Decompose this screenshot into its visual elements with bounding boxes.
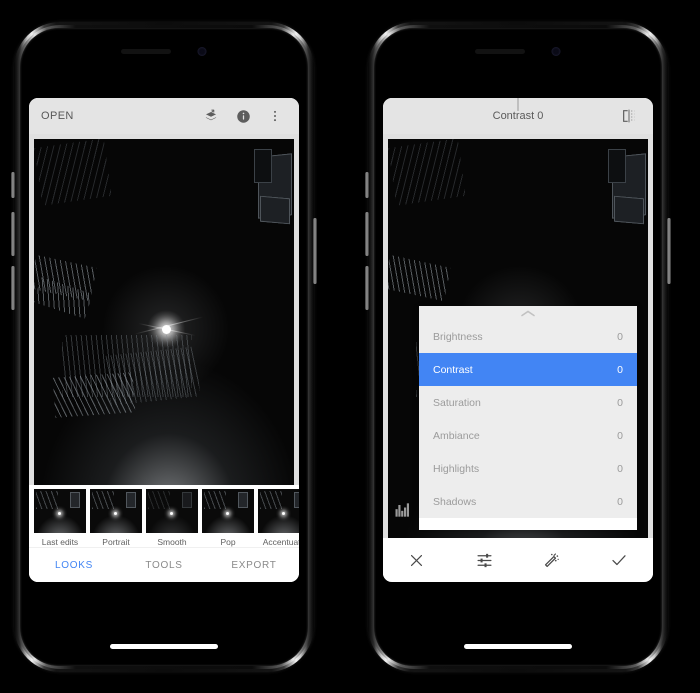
photo-canvas[interactable] [29, 134, 299, 485]
looks-thumbnail-row: Last edits Portrait Smooth Pop Accentua [29, 489, 299, 547]
look-label: Pop [220, 537, 236, 547]
volume-down-button[interactable] [11, 266, 15, 310]
front-camera [551, 47, 561, 56]
adjustment-value: 0 [617, 396, 623, 409]
tab-looks[interactable]: LOOKS [29, 560, 119, 571]
list-item[interactable]: Pop [202, 489, 254, 547]
right-app-bar: Contrast 0 [383, 98, 653, 134]
volume-up-button[interactable] [365, 212, 369, 256]
compare-split-icon[interactable] [617, 104, 641, 128]
photo-image [34, 139, 294, 485]
look-label: Smooth [157, 537, 187, 547]
list-item[interactable]: Accentuate [258, 489, 299, 547]
power-button[interactable] [667, 218, 671, 284]
list-item[interactable]: Last edits [34, 489, 86, 547]
tab-export[interactable]: EXPORT [209, 560, 299, 571]
look-thumbnail[interactable] [258, 489, 299, 533]
right-app-screen: Contrast 0 Brightness 0 Contrast 0 Satur… [383, 98, 653, 582]
adjustment-name: Highlights [433, 462, 480, 475]
right-phone-display: Contrast 0 Brightness 0 Contrast 0 Satur… [374, 28, 662, 666]
adjustment-value: 0 [617, 495, 623, 508]
confirm-button[interactable] [586, 551, 654, 569]
left-phone-display: OPEN Last edits Portrait Smooth Pop Acce… [20, 28, 308, 666]
list-item[interactable]: Brightness 0 [419, 320, 637, 353]
list-item[interactable]: Smooth [146, 489, 198, 547]
home-indicator[interactable] [110, 644, 218, 649]
adjustment-value: 0 [617, 429, 623, 442]
adjustment-name: Shadows [433, 495, 477, 508]
list-item[interactable]: Highlights 0 [419, 452, 637, 485]
list-item[interactable]: Ambiance 0 [419, 419, 637, 452]
adjustment-name: Warmth [433, 529, 617, 531]
list-item[interactable]: Shadows 0 [419, 485, 637, 518]
volume-down-button[interactable] [365, 266, 369, 310]
adjustment-name: Brightness [433, 330, 483, 343]
adjustment-name: Contrast [433, 363, 473, 376]
open-label[interactable]: OPEN [41, 110, 74, 122]
adjustment-name: Saturation [433, 396, 481, 409]
earpiece-speaker [121, 49, 171, 54]
adjustment-value: 0 [617, 330, 623, 343]
adjustment-value: 0 [617, 363, 623, 376]
cancel-button[interactable] [383, 552, 451, 569]
page-title: Contrast 0 [492, 110, 544, 122]
chevron-up-icon[interactable] [419, 306, 637, 320]
volume-up-button[interactable] [11, 212, 15, 256]
front-camera [197, 47, 207, 56]
histogram-icon[interactable] [393, 500, 415, 522]
auto-enhance-button[interactable] [518, 551, 586, 570]
adjustment-name: Ambiance [433, 429, 480, 442]
right-phone-device: Contrast 0 Brightness 0 Contrast 0 Satur… [365, 22, 671, 672]
undo-stack-icon[interactable] [199, 104, 223, 128]
adjust-button[interactable] [451, 551, 519, 570]
left-phone-device: OPEN Last edits Portrait Smooth Pop Acce… [11, 22, 317, 672]
look-thumbnail[interactable] [146, 489, 198, 533]
info-icon[interactable] [231, 104, 255, 128]
overflow-menu-icon[interactable] [263, 104, 287, 128]
look-thumbnail[interactable] [90, 489, 142, 533]
edit-toolbar [383, 538, 653, 582]
list-item[interactable]: Portrait [90, 489, 142, 547]
look-label: Portrait [102, 537, 130, 547]
mute-switch[interactable] [365, 172, 369, 198]
left-app-screen: OPEN Last edits Portrait Smooth Pop Acce… [29, 98, 299, 582]
adjustment-value: 0 [617, 462, 623, 475]
power-button[interactable] [313, 218, 317, 284]
adjustment-value: 0 [617, 529, 623, 531]
tab-tools[interactable]: TOOLS [119, 560, 209, 571]
earpiece-speaker [475, 49, 525, 54]
left-app-bar: OPEN [29, 98, 299, 134]
look-label: Last edits [41, 537, 79, 547]
appbar-tick [517, 98, 519, 111]
look-label: Accentuate [262, 537, 299, 547]
list-item[interactable]: Warmth 0 [419, 518, 637, 530]
screenshot-stage: OPEN Last edits Portrait Smooth Pop Acce… [0, 0, 700, 693]
bottom-tab-bar: LOOKS TOOLS EXPORT [29, 547, 299, 582]
adjustment-list: Brightness 0 Contrast 0 Saturation 0 Amb… [419, 320, 637, 530]
list-item[interactable]: Contrast 0 [419, 353, 637, 386]
list-item[interactable]: Saturation 0 [419, 386, 637, 419]
looks-strip[interactable]: Last edits Portrait Smooth Pop Accentua [29, 485, 299, 547]
look-thumbnail[interactable] [202, 489, 254, 533]
adjustment-panel[interactable]: Brightness 0 Contrast 0 Saturation 0 Amb… [419, 306, 637, 530]
mute-switch[interactable] [11, 172, 15, 198]
look-thumbnail[interactable] [34, 489, 86, 533]
home-indicator[interactable] [464, 644, 572, 649]
